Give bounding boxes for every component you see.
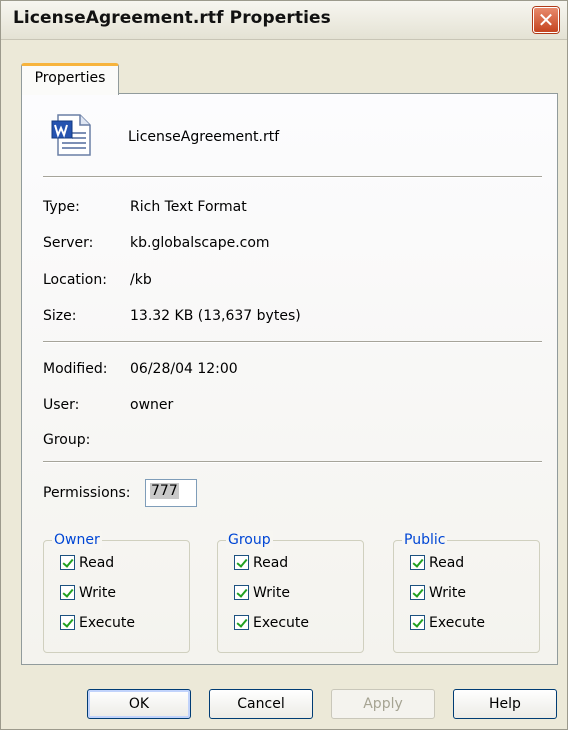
public-write-checkbox[interactable]: Write	[410, 584, 466, 605]
close-icon: ✕	[537, 8, 555, 32]
close-button[interactable]: ✕	[533, 7, 559, 33]
user-label: User:	[43, 397, 80, 413]
type-value: Rich Text Format	[130, 199, 247, 215]
owner-read-checkbox[interactable]: Read	[60, 554, 115, 575]
checkbox-label: Execute	[429, 615, 485, 631]
group-execute-checkbox[interactable]: Execute	[234, 614, 309, 635]
checkmark-icon[interactable]	[234, 554, 249, 570]
checkbox-label: Read	[79, 555, 115, 571]
size-label: Size:	[43, 308, 77, 324]
modified-value: 06/28/04 12:00	[130, 361, 238, 377]
server-label: Server:	[43, 235, 94, 251]
permissions-input[interactable]: 777	[145, 479, 197, 507]
checkmark-icon[interactable]	[234, 614, 249, 630]
user-value: owner	[130, 397, 174, 413]
public-permissions-group: Public Read Write Execute	[393, 531, 540, 653]
location-label: Location:	[43, 272, 107, 288]
checkmark-icon[interactable]	[410, 614, 425, 630]
file-name: LicenseAgreement.rtf	[128, 129, 280, 145]
tab-properties[interactable]: Properties	[21, 63, 119, 95]
size-value: 13.32 KB (13,637 bytes)	[130, 308, 301, 324]
public-read-checkbox[interactable]: Read	[410, 554, 465, 575]
help-button[interactable]: Help	[453, 689, 557, 719]
cancel-button[interactable]: Cancel	[209, 689, 313, 719]
checkmark-icon[interactable]	[60, 614, 75, 630]
server-value: kb.globalscape.com	[130, 235, 270, 251]
type-label: Type:	[43, 199, 80, 215]
checkmark-icon[interactable]	[234, 584, 249, 600]
checkbox-label: Read	[429, 555, 465, 571]
title-bar[interactable]: LicenseAgreement.rtf Properties ✕	[1, 1, 567, 40]
group-title: Public	[402, 531, 448, 549]
owner-execute-checkbox[interactable]: Execute	[60, 614, 135, 635]
divider	[43, 461, 542, 463]
group-title: Group	[226, 531, 273, 549]
group-write-checkbox[interactable]: Write	[234, 584, 290, 605]
permissions-value: 777	[150, 483, 179, 499]
word-document-icon	[51, 114, 91, 156]
location-value: /kb	[130, 272, 152, 288]
checkbox-label: Read	[253, 555, 289, 571]
checkmark-icon[interactable]	[410, 554, 425, 570]
tab-properties-label: Properties	[34, 70, 106, 86]
properties-dialog: LicenseAgreement.rtf Properties ✕ Proper…	[0, 0, 568, 730]
permissions-label: Permissions:	[43, 485, 131, 501]
public-execute-checkbox[interactable]: Execute	[410, 614, 485, 635]
modified-label: Modified:	[43, 361, 108, 377]
group-read-checkbox[interactable]: Read	[234, 554, 289, 575]
checkbox-label: Write	[79, 585, 116, 601]
checkmark-icon[interactable]	[410, 584, 425, 600]
checkbox-label: Write	[253, 585, 290, 601]
checkmark-icon[interactable]	[60, 554, 75, 570]
owner-write-checkbox[interactable]: Write	[60, 584, 116, 605]
apply-button[interactable]: Apply	[331, 689, 435, 719]
checkbox-label: Write	[429, 585, 466, 601]
ok-button[interactable]: OK	[87, 689, 191, 719]
group-title: Owner	[52, 531, 102, 549]
group-label: Group:	[43, 432, 91, 448]
group-permissions-group: Group Read Write Execute	[217, 531, 364, 653]
checkbox-label: Execute	[253, 615, 309, 631]
checkbox-label: Execute	[79, 615, 135, 631]
owner-permissions-group: Owner Read Write Execute	[43, 531, 190, 653]
divider	[43, 176, 542, 178]
divider	[43, 341, 542, 343]
window-title: LicenseAgreement.rtf Properties	[13, 8, 331, 28]
checkmark-icon[interactable]	[60, 584, 75, 600]
